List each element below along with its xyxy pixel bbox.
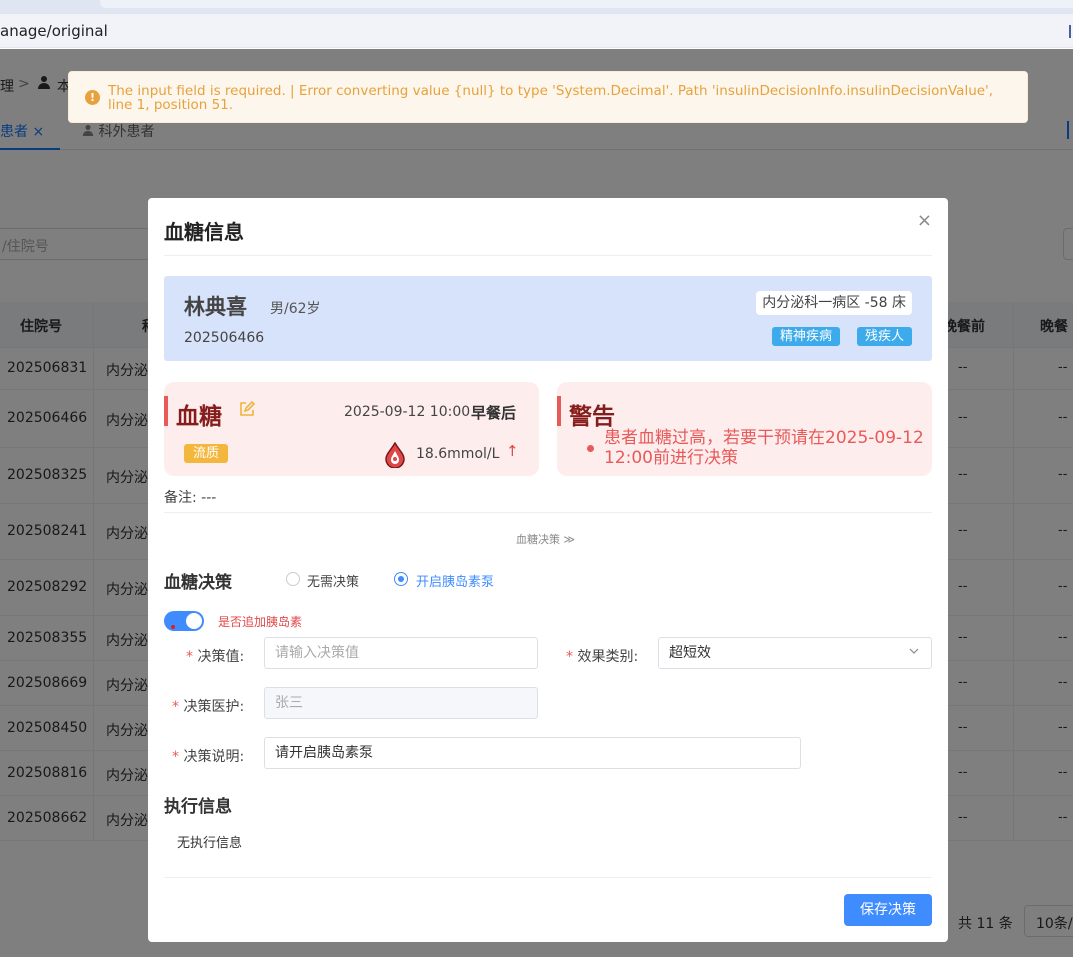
warning-icon: !: [85, 90, 100, 105]
warning-card: 警告 患者血糖过高，若要干预请在2025-09-12 12:00前进行决策: [557, 382, 932, 476]
warning-title: 警告: [569, 404, 615, 430]
diet-badge: 流质: [184, 444, 229, 463]
effect-type-select[interactable]: 超短效: [658, 637, 932, 669]
close-icon[interactable]: ×: [917, 210, 932, 231]
chevron-down-icon: [909, 648, 919, 654]
error-toast: ! The input field is required. | Error c…: [68, 71, 1028, 123]
radio-no-decision[interactable]: [286, 572, 300, 586]
edit-icon[interactable]: [238, 400, 258, 420]
accent-bar: [557, 396, 561, 426]
tag-disabled: 残疾人: [856, 327, 912, 346]
divider: [164, 512, 932, 513]
add-insulin-switch[interactable]: [164, 611, 204, 631]
execution-info: 无执行信息: [177, 836, 243, 851]
glucose-title: 血糖: [176, 404, 222, 430]
decision-value-label: * 决策值:: [186, 649, 245, 665]
arrow-up-icon: ↑: [506, 442, 519, 460]
decision-description-input[interactable]: 请开启胰岛素泵: [264, 737, 801, 769]
patient-id: 202506466: [184, 330, 265, 346]
accent-bar: [164, 396, 168, 426]
decision-title: 血糖决策: [164, 573, 232, 593]
patient-card: 林典喜 男/62岁 202506466 内分泌科一病区 -58 床 精神疾病 残…: [164, 276, 932, 361]
radio-insulin-pump[interactable]: [394, 572, 408, 586]
execution-title: 执行信息: [164, 797, 232, 817]
effect-type-label: * 效果类别:: [566, 649, 639, 665]
toast-message: The input field is required. | Error con…: [108, 83, 994, 113]
browser-tab-strip: [0, 0, 1073, 14]
glucose-card: 血糖 2025-09-12 10:00 早餐后 流质 18.6mmol/L ↑: [164, 382, 539, 476]
active-browser-tab[interactable]: [100, 0, 1073, 8]
url-text[interactable]: anage/original: [0, 22, 108, 40]
save-decision-button[interactable]: 保存决策: [844, 894, 932, 926]
radio-label-insulin-pump[interactable]: 开启胰岛素泵: [416, 571, 494, 590]
switch-label: 是否追加胰岛素: [218, 615, 303, 629]
tag-mental-illness: 精神疾病: [771, 327, 840, 346]
glucose-note: 备注: ---: [164, 490, 217, 506]
ward-bed-badge: 内分泌科一病区 -58 床: [756, 291, 912, 315]
collapse-toggle[interactable]: 血糖决策 ≫: [516, 531, 575, 547]
blood-drop-icon: [384, 441, 406, 469]
divider: [164, 255, 932, 256]
divider: [164, 877, 932, 878]
patient-name: 林典喜: [184, 295, 247, 319]
required-dot: [171, 625, 175, 629]
address-bar-edge-icon: [1069, 25, 1071, 38]
patient-gender-age: 男/62岁: [270, 301, 321, 317]
glucose-meal: 早餐后: [471, 404, 517, 422]
dialog-title: 血糖信息: [164, 220, 244, 244]
glucose-time: 2025-09-12 10:00: [344, 404, 471, 420]
bullet-dot-icon: [587, 445, 594, 452]
glucose-value: 18.6mmol/L: [416, 446, 500, 462]
blood-glucose-dialog: 血糖信息 × 林典喜 男/62岁 202506466 内分泌科一病区 -58 床…: [148, 198, 948, 942]
decision-description-label: * 决策说明:: [172, 749, 245, 765]
address-bar[interactable]: anage/original: [0, 14, 1073, 48]
effect-type-value: 超短效: [669, 645, 711, 661]
radio-label-no-decision[interactable]: 无需决策: [307, 571, 359, 590]
decision-nurse-input: 张三: [264, 687, 538, 719]
warning-text: 患者血糖过高，若要干预请在2025-09-12 12:00前进行决策: [604, 428, 924, 468]
decision-nurse-label: * 决策医护:: [172, 699, 245, 715]
decision-value-input[interactable]: 请输入决策值: [264, 637, 538, 669]
